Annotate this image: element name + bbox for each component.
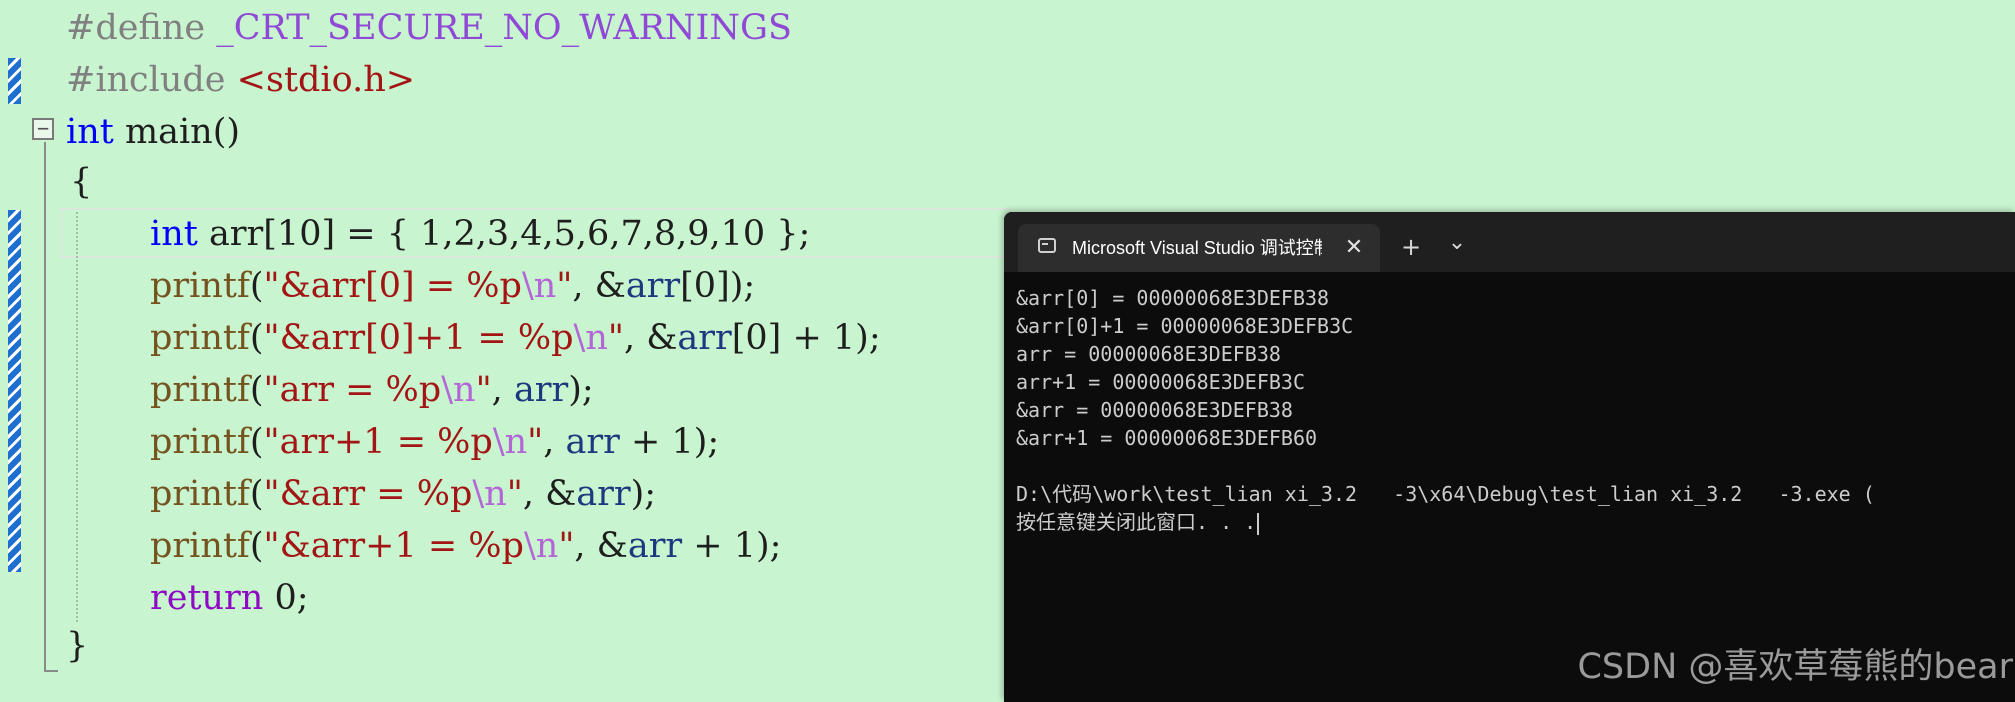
fold-guide [44,142,46,672]
code-line-5: int arr[10] = { 1,2,3,4,5,6,7,8,9,10 }; [150,214,811,254]
code-line-3: int main() [66,112,241,152]
close-tab-icon[interactable]: ✕ [1338,232,1370,264]
terminal-icon [1038,238,1056,253]
text-cursor [1257,512,1260,535]
collapse-icon[interactable]: − [32,118,54,140]
code-line-8: printf("arr = %p\n", arr); [150,370,594,410]
chevron-down-icon[interactable]: ⌄ [1440,230,1474,264]
console-output-line: arr = 00000068E3DEFB38 [1016,342,1281,366]
code-line-9: printf("arr+1 = %p\n", arr + 1); [150,422,720,462]
console-output-line: arr+1 = 00000068E3DEFB3C [1016,370,1305,394]
code-line-1: #define _CRT_SECURE_NO_WARNINGS [66,8,792,48]
code-line-13: } [66,626,89,666]
console-prompt-line: 按任意键关闭此窗口. . . [1016,508,1260,536]
console-output-line: &arr = 00000068E3DEFB38 [1016,398,1293,422]
console-exe-path: D:\代码\work\test_lian xi_3.2 -3\x64\Debug… [1016,482,1875,506]
code-line-4: { [70,162,93,202]
code-line-2: #include <stdio.h> [66,60,416,100]
watermark: CSDN @喜欢草莓熊的bear [1577,647,2013,687]
change-marker [8,58,21,104]
console-output-line: &arr+1 = 00000068E3DEFB60 [1016,426,1318,450]
indent-guide [76,212,78,622]
debug-console-window[interactable]: Microsoft Visual Studio 调试控制台 ✕ + ⌄ &arr… [1004,212,2015,702]
code-line-7: printf("&arr[0]+1 = %p\n", &arr[0] + 1); [150,318,881,358]
code-line-6: printf("&arr[0] = %p\n", &arr[0]); [150,266,756,306]
console-output-line: &arr[0] = 00000068E3DEFB38 [1016,286,1330,310]
change-marker [8,210,21,572]
console-tab-title: Microsoft Visual Studio 调试控制台 [1072,238,1322,258]
console-tab[interactable]: Microsoft Visual Studio 调试控制台 ✕ [1018,224,1380,272]
new-tab-icon[interactable]: + [1394,230,1428,264]
console-titlebar: Microsoft Visual Studio 调试控制台 ✕ + ⌄ [1004,212,2015,272]
code-line-10: printf("&arr = %p\n", &arr); [150,474,657,514]
code-line-11: printf("&arr+1 = %p\n", &arr + 1); [150,526,782,566]
fold-guide-end [44,670,58,672]
console-prompt-text: 按任意键关闭此窗口. . . [1016,510,1257,534]
console-output-line: &arr[0]+1 = 00000068E3DEFB3C [1016,314,1354,338]
code-line-12: return 0; [150,578,309,618]
